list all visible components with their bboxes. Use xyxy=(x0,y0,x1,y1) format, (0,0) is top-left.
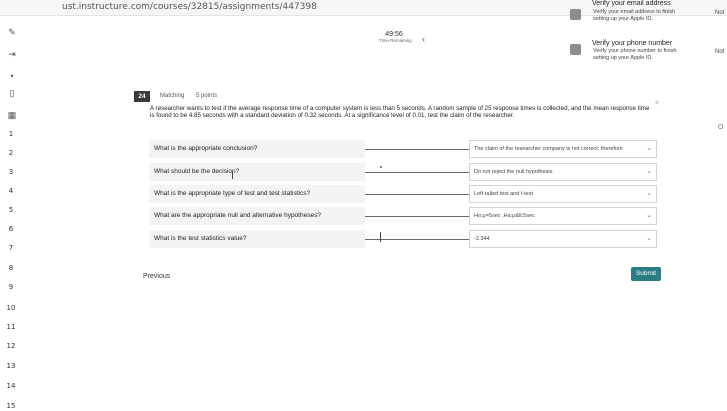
page-icon[interactable]: ▯ xyxy=(7,88,17,98)
question-text: A researcher wants to test if the averag… xyxy=(150,105,650,119)
match-row: What should be the decision? Do not reje… xyxy=(149,163,661,181)
notification-body-line: setting up your Apple ID. xyxy=(593,16,653,22)
timer-value: 49:56 xyxy=(385,31,403,38)
notification-body-line: Verify your phone number to finish xyxy=(593,48,677,54)
question-number-badge: 24 xyxy=(134,91,150,102)
question-number[interactable]: 15 xyxy=(3,402,19,410)
match-row: What is the appropriate type of test and… xyxy=(149,185,661,203)
settings-app-icon xyxy=(570,44,581,55)
match-connector xyxy=(365,172,469,173)
match-answer-value: Ho:μ=5sec ,Ha:μ&lt;5sec xyxy=(474,213,535,219)
question-points: 5 points xyxy=(196,93,218,99)
question-number[interactable]: 10 xyxy=(3,304,19,312)
url-text[interactable]: ust.instructure.com/courses/32815/assign… xyxy=(62,2,317,12)
question-number[interactable]: 11 xyxy=(3,323,19,331)
question-type: Matching xyxy=(160,93,185,99)
question-number[interactable]: 9 xyxy=(3,283,19,291)
match-answer-select[interactable]: The claim of the researcher company is n… xyxy=(469,140,657,158)
notification-body-line: setting up your Apple ID. xyxy=(593,55,653,61)
match-row: What are the appropriate null and altern… xyxy=(149,207,661,225)
match-answer-select[interactable]: Left-tailed test and t-test ⌄ xyxy=(469,185,657,203)
match-connector xyxy=(365,216,469,217)
quiz-timer: 49:56 Time Remaining xyxy=(379,31,412,43)
tools-icon[interactable]: ✎ xyxy=(7,27,17,37)
notification-action[interactable]: Not xyxy=(715,10,724,16)
match-connector xyxy=(365,194,469,195)
chevron-down-icon: ⌄ xyxy=(646,190,652,197)
match-answer-value: The claim of the researcher company is n… xyxy=(474,146,623,152)
match-prompt: What is the appropriate conclusion? xyxy=(149,140,365,158)
text-cursor xyxy=(232,171,233,179)
text-cursor xyxy=(380,232,381,242)
match-prompt: What are the appropriate null and altern… xyxy=(149,207,365,225)
match-prompt: What should be the decision? xyxy=(149,163,365,181)
notification-title: Verify your phone number xyxy=(592,40,673,47)
question-number[interactable]: 7 xyxy=(3,244,19,252)
chevron-down-icon: ⌄ xyxy=(646,235,652,242)
pin-icon[interactable]: ✧ xyxy=(654,99,660,107)
match-answer-select[interactable]: Ho:μ=5sec ,Ha:μ&lt;5sec ⌄ xyxy=(469,207,657,225)
notification-title: Verify your email address xyxy=(592,0,671,7)
match-answer-value: -2.344 xyxy=(474,236,490,242)
match-prompt: What is the test statistics value? xyxy=(149,230,365,248)
chevron-down-icon: ⌄ xyxy=(646,168,652,175)
match-answer-value: Left-tailed test and t-test xyxy=(474,191,534,197)
notification-phone[interactable]: Verify your phone number Verify your pho… xyxy=(560,38,727,64)
chevron-down-icon: ⌄ xyxy=(646,145,652,152)
dot-icon: • xyxy=(10,71,14,81)
match-row: What is the test statistics value? -2.34… xyxy=(149,230,661,248)
match-answer-select[interactable]: -2.344 ⌄ xyxy=(469,230,657,248)
question-number[interactable]: 8 xyxy=(3,264,19,272)
collapse-arrow-icon[interactable]: ⇥ xyxy=(7,49,17,59)
timer-label: Time Remaining xyxy=(379,38,412,43)
question-number[interactable]: 14 xyxy=(3,382,19,390)
notification-body-line: Verify your email address to finish xyxy=(593,9,676,15)
pointer-dot xyxy=(380,166,382,168)
settings-app-icon xyxy=(570,9,581,20)
match-answer-value: Do not reject the null hypothesis. xyxy=(474,169,554,175)
notification-action[interactable]: Not xyxy=(715,49,724,55)
grid-icon[interactable]: ▦ xyxy=(7,110,17,120)
question-number[interactable]: 2 xyxy=(3,149,19,157)
question-number[interactable]: 12 xyxy=(3,342,19,350)
previous-button[interactable]: Previous xyxy=(143,273,170,280)
question-number[interactable]: 4 xyxy=(3,187,19,195)
match-answer-select[interactable]: Do not reject the null hypothesis. ⌄ xyxy=(469,163,657,181)
right-edge-label: O xyxy=(718,124,724,131)
chevron-left-icon[interactable]: ‹ xyxy=(422,34,425,44)
question-number[interactable]: 5 xyxy=(3,206,19,214)
question-number[interactable]: 3 xyxy=(3,168,19,176)
question-number[interactable]: 13 xyxy=(3,362,19,370)
question-number[interactable]: 1 xyxy=(3,130,19,138)
question-number[interactable]: 6 xyxy=(3,225,19,233)
match-row: What is the appropriate conclusion? The … xyxy=(149,140,661,158)
submit-button[interactable]: Submit xyxy=(631,267,661,281)
match-connector xyxy=(365,149,469,150)
match-prompt: What is the appropriate type of test and… xyxy=(149,185,365,203)
chevron-down-icon: ⌄ xyxy=(646,212,652,219)
notification-email[interactable]: Verify your email address Verify your em… xyxy=(560,0,727,26)
